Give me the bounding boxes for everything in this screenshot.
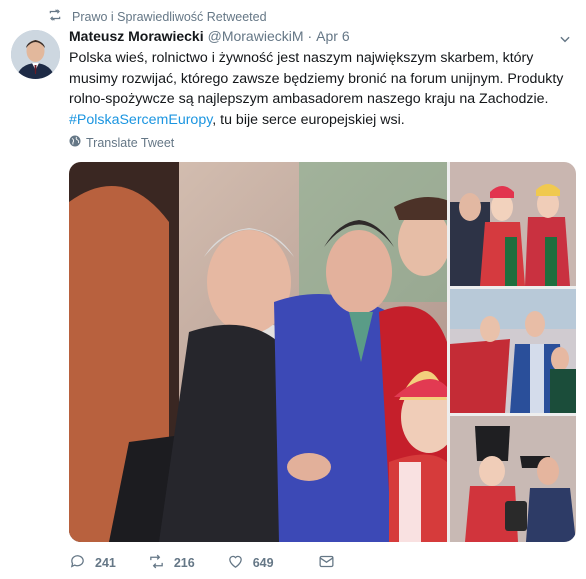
hashtag-link[interactable]: #PolskaSercemEuropy [69, 112, 212, 128]
media-grid [69, 162, 576, 542]
direct-message-button[interactable] [318, 553, 335, 573]
heart-icon [227, 553, 244, 573]
retweet-count: 216 [173, 556, 195, 570]
separator-dot: · [307, 28, 313, 44]
like-count: 649 [252, 556, 274, 570]
tweet-text: Polska wieś, rolnictwo i żywność jest na… [69, 48, 574, 130]
media-photo-4[interactable] [450, 416, 576, 542]
retweeted-by-label[interactable]: Prawo i Sprawiedliwość Retweeted [72, 10, 267, 24]
retweet-context[interactable]: Prawo i Sprawiedliwość Retweeted [48, 8, 267, 25]
action-bar: 241 216 649 [69, 553, 367, 573]
media-photo-2[interactable] [450, 162, 576, 286]
globe-icon [69, 135, 81, 150]
reply-count: 241 [95, 556, 116, 570]
author-name[interactable]: Mateusz Morawiecki [69, 28, 204, 44]
retweet-button[interactable]: 216 [148, 553, 195, 573]
tweet-header: Mateusz Morawiecki @MorawieckiM · Apr 6 [69, 28, 350, 44]
tweet-text-end: , tu bije serce europejskiej wsi. [212, 111, 405, 128]
translate-label[interactable]: Translate Tweet [86, 136, 174, 150]
retweet-icon [48, 8, 62, 25]
like-button[interactable]: 649 [227, 553, 274, 573]
tweet-date[interactable]: Apr 6 [316, 28, 349, 44]
chevron-down-icon[interactable] [558, 32, 572, 46]
tweet-text-body: Polska wieś, rolnictwo i żywność jest na… [69, 50, 564, 107]
envelope-icon [318, 553, 335, 573]
avatar[interactable] [11, 30, 60, 79]
author-handle[interactable]: @MorawieckiM [208, 28, 304, 44]
media-photo-3[interactable] [450, 289, 576, 413]
retweet-icon [148, 553, 165, 573]
reply-icon [69, 553, 86, 573]
reply-button[interactable]: 241 [69, 553, 116, 573]
translate-tweet-button[interactable]: Translate Tweet [69, 135, 174, 150]
media-photo-main[interactable] [69, 162, 447, 542]
